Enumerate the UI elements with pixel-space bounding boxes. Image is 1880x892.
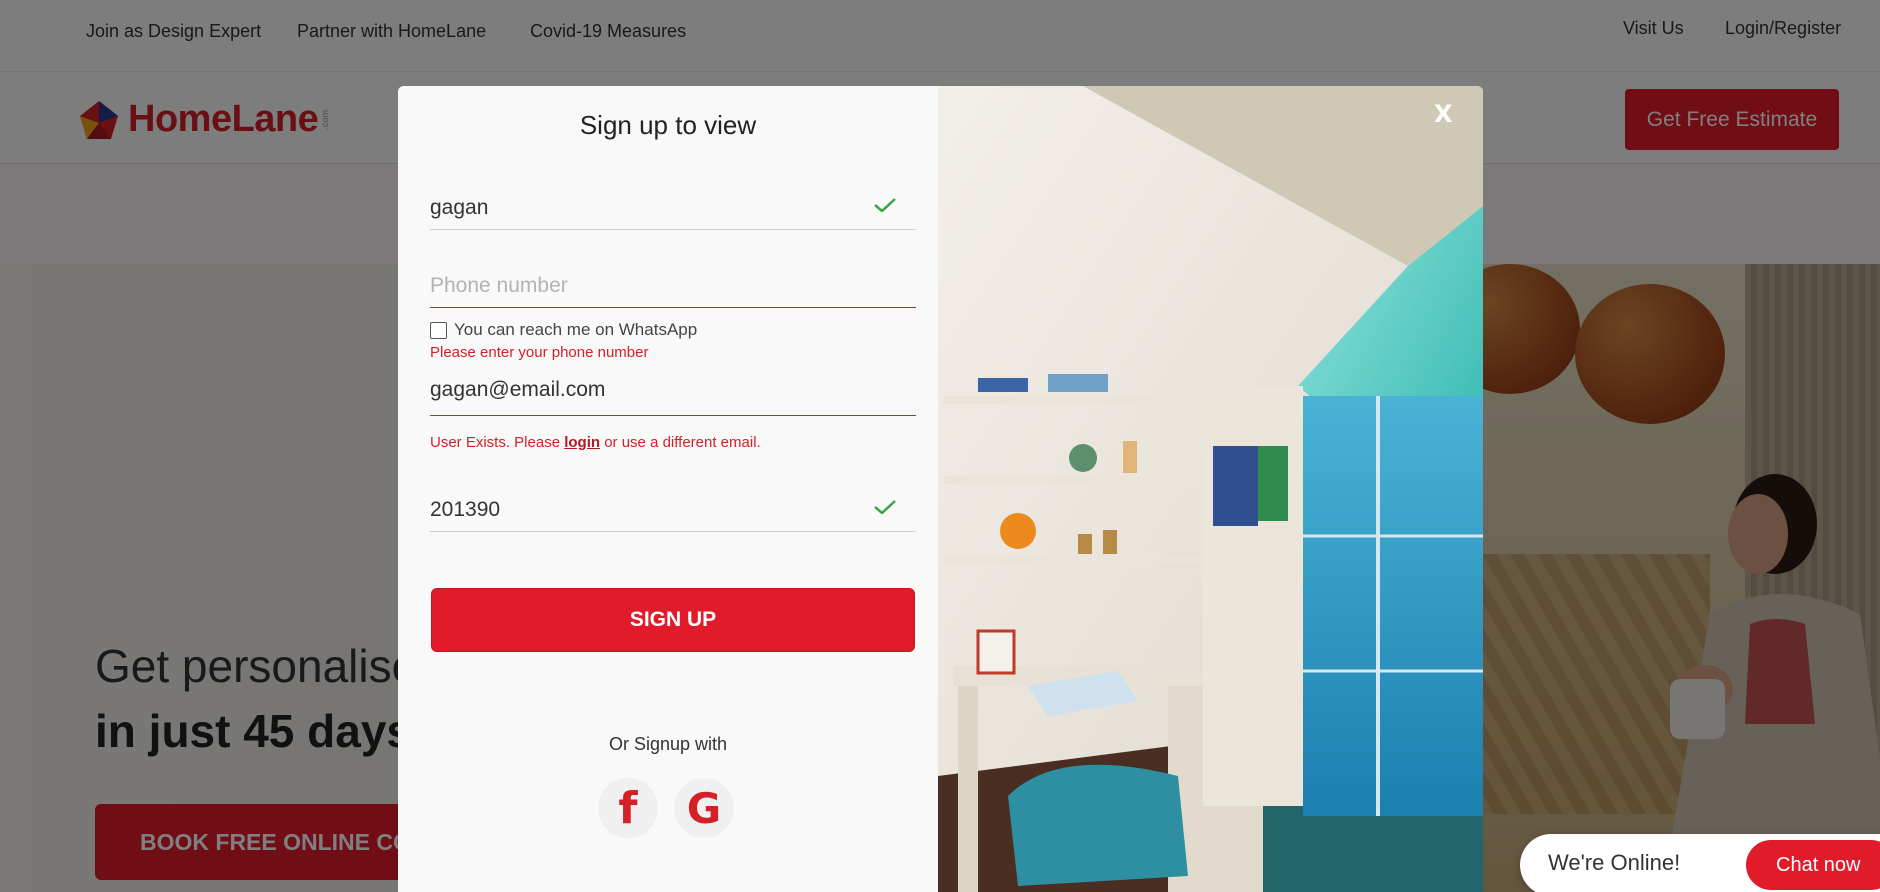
phone-field[interactable]: Phone number [430, 262, 916, 308]
whatsapp-checkbox[interactable] [430, 321, 447, 339]
chat-widget: We're Online! Chat now [1520, 834, 1880, 892]
chat-status: We're Online! [1548, 850, 1681, 875]
or-signup-with: Or Signup with [608, 734, 728, 754]
facebook-signup-button[interactable]: f [598, 778, 658, 838]
phone-placeholder: Phone number [430, 274, 568, 297]
name-valid-check-icon [874, 198, 896, 212]
whatsapp-consent[interactable]: You can reach me on WhatsApp [430, 320, 697, 340]
email-error-text-end: or use a different email. [600, 434, 761, 451]
signup-modal: Sign up to view gagan Phone number You c… [398, 86, 1483, 892]
close-modal-button[interactable]: X [1434, 100, 1453, 128]
phone-error: Please enter your phone number [430, 344, 649, 361]
whatsapp-label: You can reach me on WhatsApp [454, 320, 698, 339]
google-icon: G [686, 783, 722, 833]
signup-form: Sign up to view gagan Phone number You c… [398, 86, 938, 892]
kids-room-image [938, 86, 1483, 892]
google-signup-button[interactable]: G [674, 778, 734, 838]
pincode-value: 201390 [430, 498, 501, 521]
email-field[interactable]: gagan@email.com [430, 370, 916, 416]
pincode-valid-check-icon [874, 500, 896, 514]
login-link[interactable]: login [564, 434, 600, 451]
signup-button[interactable]: SIGN UP [431, 588, 915, 652]
modal-title: Sign up to view [579, 110, 757, 140]
name-field[interactable]: gagan [430, 184, 916, 230]
email-error-text: User Exists. Please [430, 434, 565, 451]
facebook-icon: f [618, 782, 638, 834]
name-value: gagan [430, 196, 489, 219]
email-error: User Exists. Please login or use a diffe… [430, 434, 761, 451]
pincode-field[interactable]: 201390 [430, 486, 916, 532]
email-value: gagan@email.com [430, 378, 606, 401]
chat-now-button[interactable]: Chat now [1746, 840, 1880, 890]
